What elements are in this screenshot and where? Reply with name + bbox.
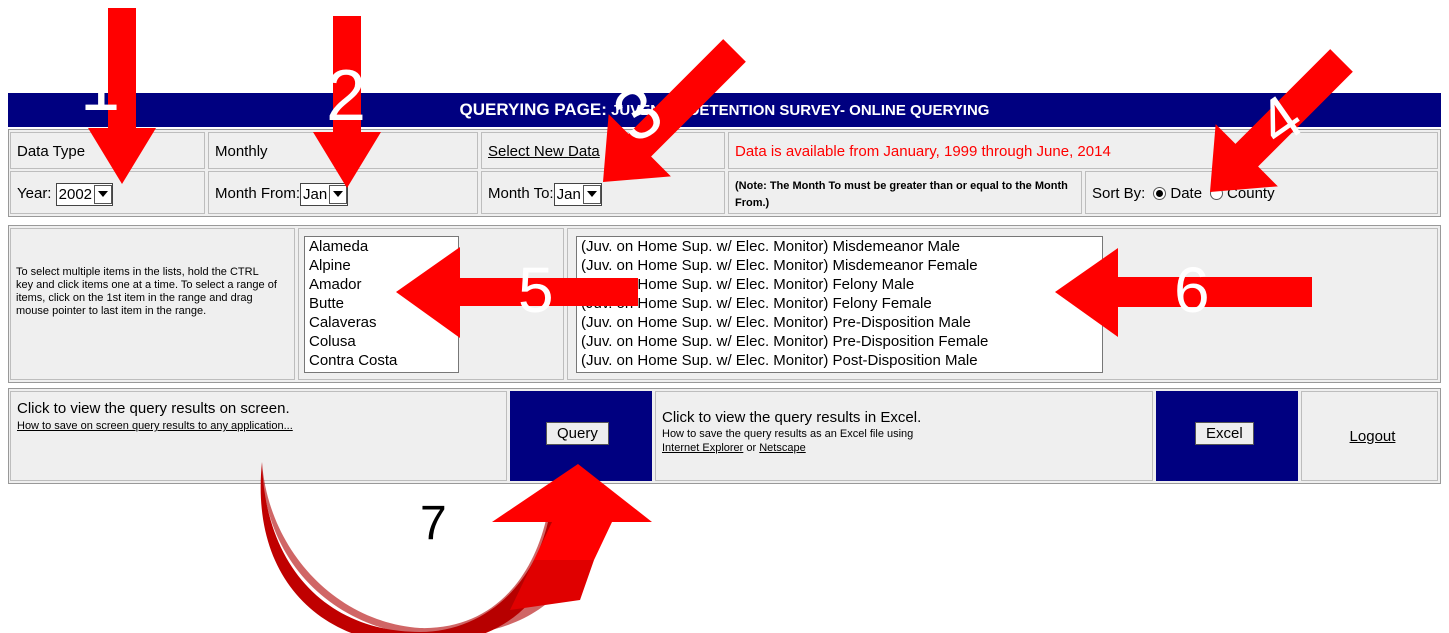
annotation-1: 1 [80,46,121,126]
curved-arrow-head-icon [492,464,652,560]
annotation-6: 6 [1174,254,1210,326]
arrow-5-icon [396,247,638,338]
arrow-3-icon [603,39,746,182]
annotation-7: 7 [420,497,447,550]
annotation-2: 2 [326,56,367,136]
annotation-5: 5 [518,254,554,326]
annotation-overlay [88,8,1353,633]
